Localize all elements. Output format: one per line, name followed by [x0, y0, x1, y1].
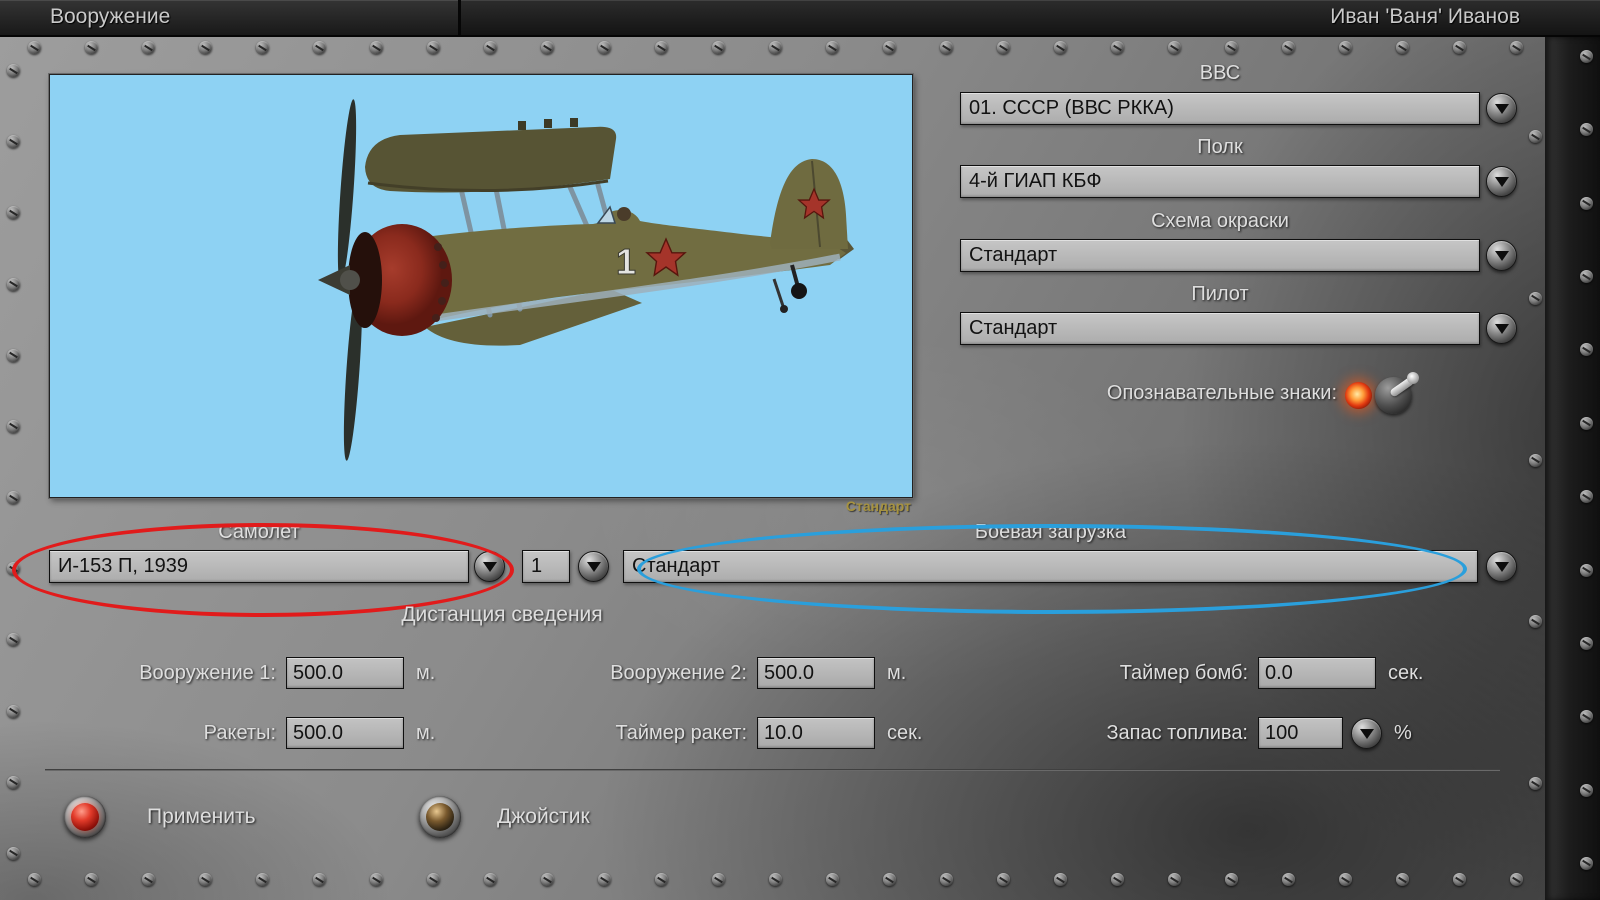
- paint-scheme-value: Стандарт: [969, 244, 1057, 266]
- joystick-label[interactable]: Джойстик: [497, 805, 590, 829]
- number-dropdown-button[interactable]: [578, 551, 609, 582]
- fuel-label: Запас топлива:: [1031, 722, 1248, 745]
- field-weapon2: Вооружение 2: м.: [530, 657, 906, 689]
- loadout-value: Стандарт: [632, 555, 720, 577]
- pilot-dropdown-button[interactable]: [1486, 313, 1517, 344]
- pilot-dropdown[interactable]: Стандарт: [960, 312, 1480, 345]
- rockets-unit: м.: [416, 722, 435, 745]
- joystick-button[interactable]: [419, 796, 461, 838]
- fuel-dropdown-button[interactable]: [1351, 718, 1382, 749]
- aircraft-preview-image: 1: [50, 75, 912, 497]
- field-rocket-timer: Таймер ракет: сек.: [530, 717, 922, 749]
- air-force-dropdown-button[interactable]: [1486, 93, 1517, 124]
- aircraft-label: Самолет: [49, 521, 469, 544]
- title-bar: Вооружение Иван 'Ваня' Иванов: [0, 0, 1600, 37]
- loadout-dropdown[interactable]: Стандарт: [623, 550, 1478, 583]
- air-force-label: ВВС: [960, 62, 1480, 85]
- aircraft-preview: 1: [49, 74, 913, 498]
- weapon2-unit: м.: [887, 662, 906, 685]
- fuel-input[interactable]: [1258, 717, 1343, 749]
- air-force-value: 01. СССР (ВВС РККА): [969, 97, 1174, 119]
- paint-scheme-dropdown[interactable]: Стандарт: [960, 239, 1480, 272]
- apply-label[interactable]: Применить: [147, 805, 256, 829]
- board-number: 1: [616, 241, 636, 282]
- paint-scheme-label: Схема окраски: [960, 210, 1480, 233]
- weapon1-label: Вооружение 1:: [59, 662, 276, 685]
- number-dropdown[interactable]: 1: [522, 550, 570, 583]
- field-weapon1: Вооружение 1: м.: [59, 657, 435, 689]
- regiment-dropdown[interactable]: 4-й ГИАП КБФ: [960, 165, 1480, 198]
- markings-label: Опознавательные знаки:: [960, 382, 1337, 405]
- screen-title: Вооружение: [50, 5, 170, 29]
- aircraft-dropdown[interactable]: И-153 П, 1939: [49, 550, 469, 583]
- regiment-dropdown-button[interactable]: [1486, 166, 1517, 197]
- player-name: Иван 'Ваня' Иванов: [1330, 5, 1520, 29]
- armament-screen: Вооружение Иван 'Ваня' Иванов: [0, 0, 1600, 900]
- bomb-timer-label: Таймер бомб:: [1031, 662, 1248, 685]
- weapon1-input[interactable]: [286, 657, 404, 689]
- weapon2-input[interactable]: [757, 657, 875, 689]
- field-rockets: Ракеты: м.: [59, 717, 435, 749]
- paint-scheme-dropdown-button[interactable]: [1486, 240, 1517, 271]
- aircraft-value: И-153 П, 1939: [58, 555, 188, 577]
- markings-switch-knob: [1407, 372, 1419, 384]
- rocket-timer-label: Таймер ракет:: [530, 722, 747, 745]
- preview-caption: Стандарт: [706, 498, 911, 514]
- rockets-label: Ракеты:: [59, 722, 276, 745]
- number-value: 1: [531, 555, 542, 577]
- air-force-dropdown[interactable]: 01. СССР (ВВС РККА): [960, 92, 1480, 125]
- loadout-label: Боевая загрузка: [623, 521, 1478, 544]
- weapon1-unit: м.: [416, 662, 435, 685]
- rocket-timer-unit: сек.: [887, 722, 922, 745]
- markings-indicator-lamp: [1345, 382, 1372, 409]
- regiment-label: Полк: [960, 136, 1480, 159]
- aircraft-dropdown-button[interactable]: [474, 551, 505, 582]
- fuel-unit: %: [1394, 722, 1412, 745]
- pilot-label: Пилот: [960, 283, 1480, 306]
- rocket-timer-input[interactable]: [757, 717, 875, 749]
- field-fuel: Запас топлива: %: [1031, 717, 1412, 749]
- bomb-timer-input[interactable]: [1258, 657, 1376, 689]
- field-bomb-timer: Таймер бомб: сек.: [1031, 657, 1423, 689]
- rockets-input[interactable]: [286, 717, 404, 749]
- regiment-value: 4-й ГИАП КБФ: [969, 170, 1102, 192]
- weapon2-label: Вооружение 2:: [530, 662, 747, 685]
- bomb-timer-unit: сек.: [1388, 662, 1423, 685]
- markings-toggle[interactable]: [1345, 374, 1421, 416]
- apply-button[interactable]: [64, 796, 106, 838]
- right-dark-strip: [1545, 37, 1600, 900]
- loadout-dropdown-button[interactable]: [1486, 551, 1517, 582]
- convergence-title: Дистанция сведения: [302, 603, 702, 627]
- pilot-value: Стандарт: [969, 317, 1057, 339]
- divider: [45, 769, 1500, 771]
